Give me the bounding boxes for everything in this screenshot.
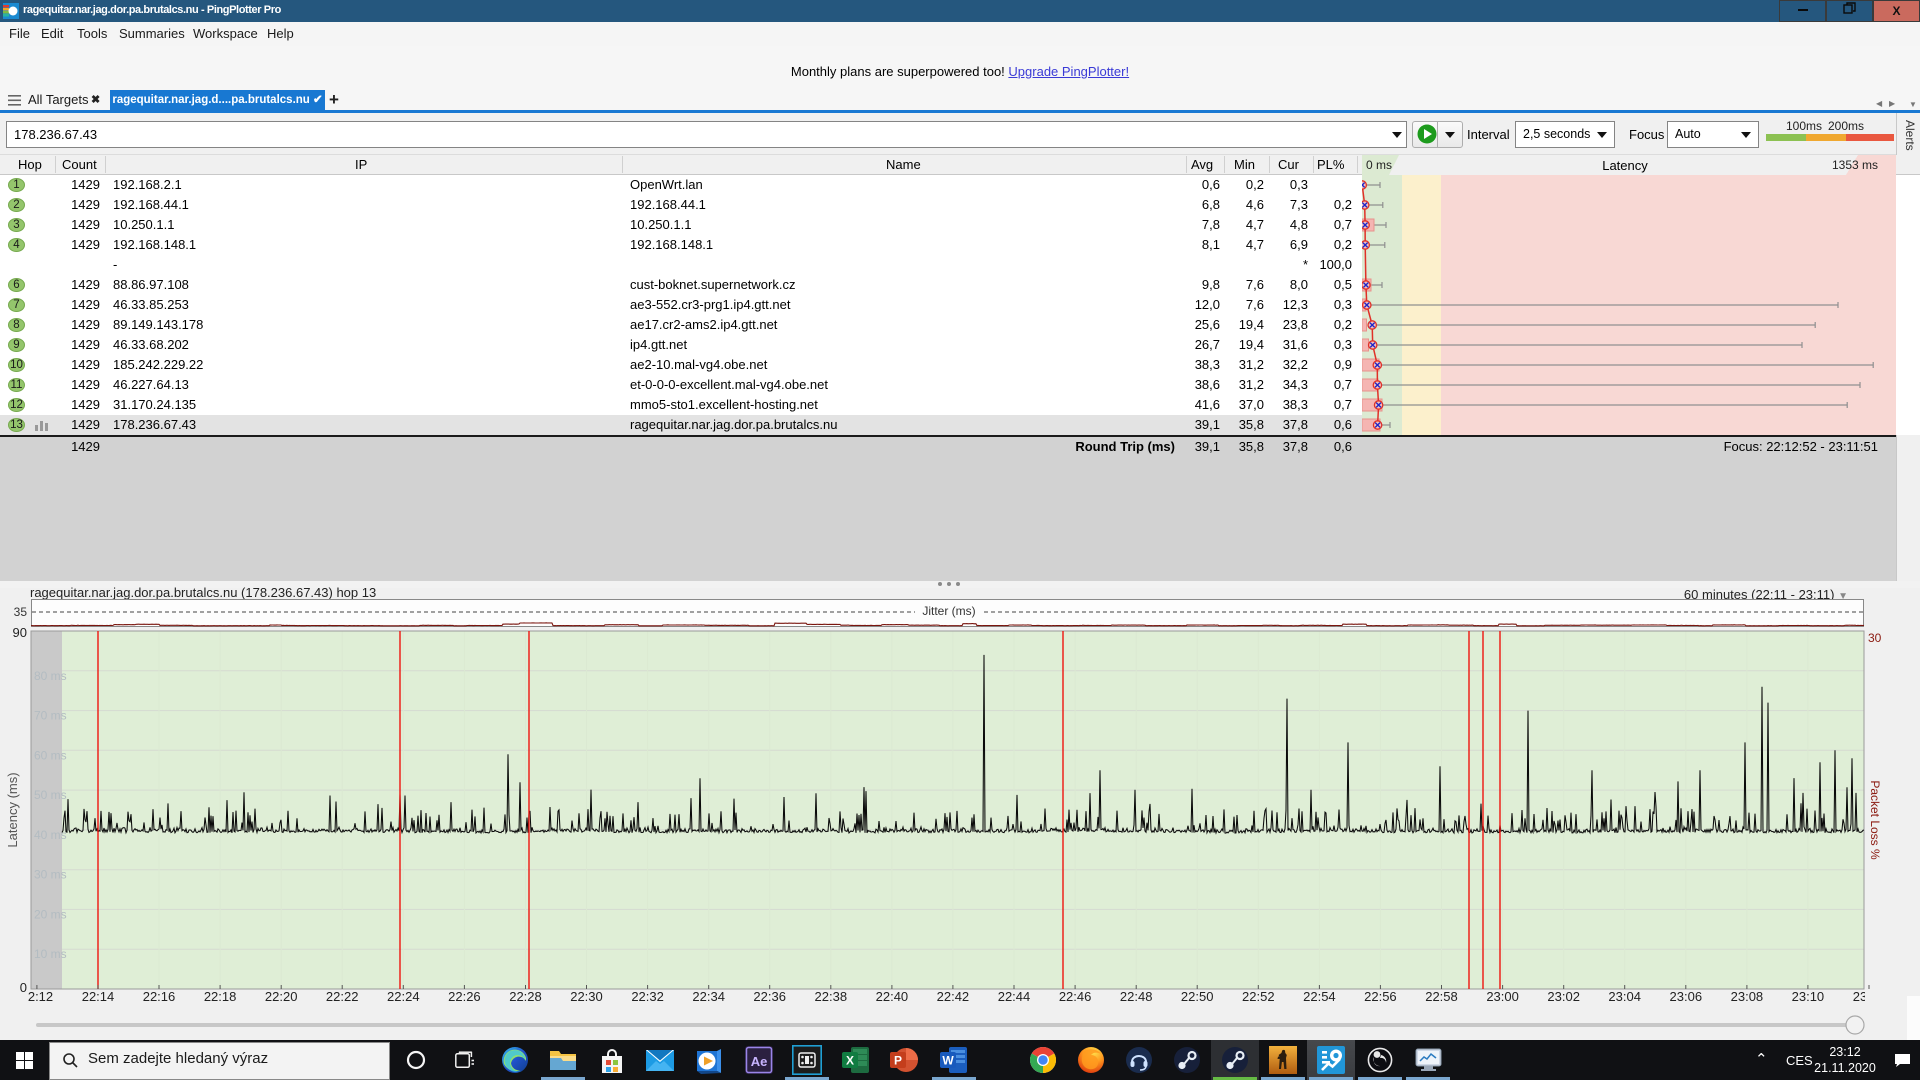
svg-text:W: W	[942, 1054, 954, 1068]
svg-text:Latency (ms): Latency (ms)	[5, 772, 20, 847]
svg-text:23:02: 23:02	[1547, 989, 1580, 1004]
svg-text:22:52: 22:52	[1242, 989, 1275, 1004]
svg-text:80 ms: 80 ms	[34, 669, 67, 683]
svg-text:Jitter (ms): Jitter (ms)	[922, 604, 975, 618]
svg-text:23:00: 23:00	[1486, 989, 1519, 1004]
svg-text:22:16: 22:16	[143, 989, 176, 1004]
svg-text:0 ms: 0 ms	[1366, 158, 1392, 172]
svg-text:22:48: 22:48	[1120, 989, 1153, 1004]
svg-text:0: 0	[20, 980, 27, 995]
svg-text:23:06: 23:06	[1670, 989, 1703, 1004]
svg-text:23:10: 23:10	[1792, 989, 1825, 1004]
svg-text:20 ms: 20 ms	[34, 907, 67, 921]
svg-text:Ae: Ae	[751, 1054, 768, 1069]
svg-text:1353 ms: 1353 ms	[1832, 158, 1878, 172]
svg-text:22:32: 22:32	[631, 989, 664, 1004]
svg-text:22:24: 22:24	[387, 989, 420, 1004]
svg-text:70 ms: 70 ms	[34, 709, 67, 723]
svg-text:22:22: 22:22	[326, 989, 359, 1004]
svg-text:P: P	[894, 1054, 902, 1068]
svg-text:22:14: 22:14	[82, 989, 115, 1004]
svg-text:22:40: 22:40	[876, 989, 909, 1004]
svg-text:60 ms: 60 ms	[34, 748, 67, 762]
svg-text:30 ms: 30 ms	[34, 868, 67, 882]
svg-text:22:58: 22:58	[1425, 989, 1458, 1004]
svg-text:22:30: 22:30	[570, 989, 603, 1004]
svg-text:22:38: 22:38	[815, 989, 848, 1004]
svg-text:22:28: 22:28	[509, 989, 542, 1004]
svg-text:22:34: 22:34	[692, 989, 725, 1004]
svg-text:22:36: 22:36	[753, 989, 786, 1004]
svg-text:40 ms: 40 ms	[34, 828, 67, 842]
svg-text:22:54: 22:54	[1303, 989, 1336, 1004]
svg-text:23:08: 23:08	[1731, 989, 1764, 1004]
svg-text:2:12: 2:12	[28, 989, 53, 1004]
svg-text:30: 30	[1868, 631, 1882, 645]
svg-text:22:42: 22:42	[937, 989, 970, 1004]
svg-text:50 ms: 50 ms	[34, 788, 67, 802]
svg-text:Packet Loss %: Packet Loss %	[1868, 780, 1882, 860]
svg-text:10 ms: 10 ms	[34, 947, 67, 961]
svg-text:23:04: 23:04	[1608, 989, 1641, 1004]
svg-text:22:46: 22:46	[1059, 989, 1092, 1004]
svg-text:22:50: 22:50	[1181, 989, 1214, 1004]
svg-text:35: 35	[14, 605, 28, 619]
svg-text:22:26: 22:26	[448, 989, 481, 1004]
svg-text:22:18: 22:18	[204, 989, 237, 1004]
svg-text:Latency: Latency	[1602, 158, 1648, 173]
svg-text:22:44: 22:44	[998, 989, 1031, 1004]
svg-text:22:20: 22:20	[265, 989, 298, 1004]
svg-text:90: 90	[13, 625, 27, 640]
svg-text:X: X	[846, 1054, 854, 1068]
svg-text:22:56: 22:56	[1364, 989, 1397, 1004]
